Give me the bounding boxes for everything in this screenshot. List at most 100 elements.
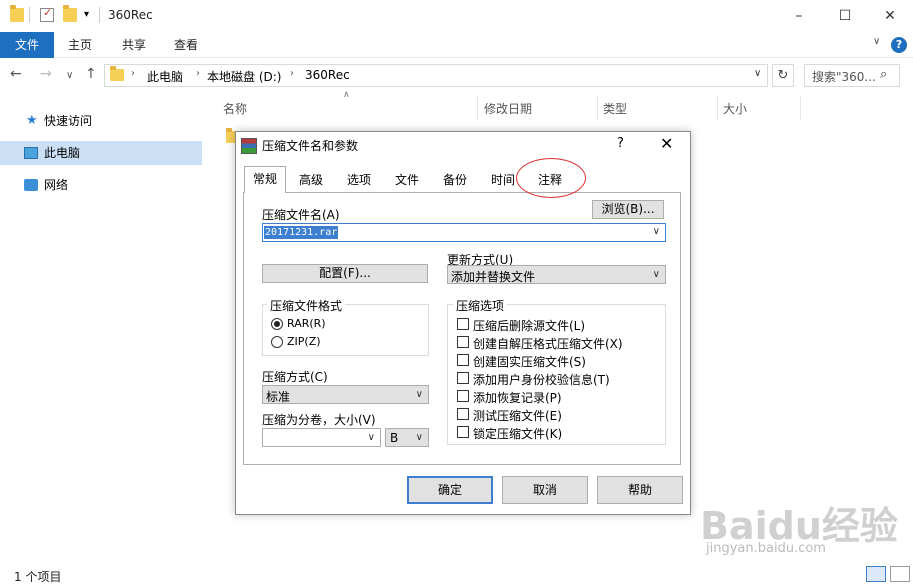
search-placeholder: 搜索"360... bbox=[812, 70, 876, 84]
maximize-icon[interactable]: ☐ bbox=[822, 0, 868, 32]
column-divider[interactable] bbox=[717, 96, 718, 120]
chevron-right-icon[interactable]: › bbox=[196, 68, 200, 79]
nav-label: 快速访问 bbox=[44, 114, 93, 128]
tab-general[interactable]: 常规 bbox=[244, 166, 287, 193]
ok-button[interactable]: 确定 bbox=[407, 476, 493, 504]
cancel-button[interactable]: 取消 bbox=[502, 476, 588, 504]
chevron-down-icon[interactable]: ∨ bbox=[368, 432, 375, 443]
help-icon[interactable]: ? bbox=[891, 37, 907, 53]
chevron-right-icon[interactable]: › bbox=[131, 68, 135, 79]
test-archive-label[interactable]: 测试压缩文件(E) bbox=[473, 407, 562, 424]
column-divider[interactable] bbox=[800, 96, 801, 120]
column-divider[interactable] bbox=[477, 96, 478, 120]
refresh-icon[interactable]: ↻ bbox=[772, 64, 794, 87]
column-header-modified[interactable]: 修改日期 bbox=[484, 100, 532, 117]
dialog-title: 压缩文件名和参数 bbox=[262, 139, 359, 153]
split-size-input[interactable]: ∨ bbox=[262, 428, 381, 447]
chevron-down-icon[interactable]: ∨ bbox=[416, 432, 423, 443]
breadcrumb-360rec[interactable]: 360Rec bbox=[305, 68, 350, 82]
rar-label[interactable]: RAR(R) bbox=[287, 317, 326, 330]
config-button[interactable]: 配置(F)... bbox=[262, 264, 428, 283]
back-arrow-icon[interactable]: ← bbox=[10, 66, 22, 82]
chevron-down-icon[interactable]: ∨ bbox=[754, 68, 761, 79]
column-header-type[interactable]: 类型 bbox=[603, 100, 627, 117]
ribbon-tab-home[interactable]: 主页 bbox=[68, 32, 92, 58]
folder-icon bbox=[10, 5, 24, 22]
expand-ribbon-icon[interactable]: ∨ bbox=[873, 36, 880, 47]
breadcrumb-local-disk[interactable]: 本地磁盘 (D:) bbox=[207, 68, 281, 85]
help-button[interactable]: 帮助 bbox=[597, 476, 683, 504]
zip-label[interactable]: ZIP(Z) bbox=[287, 335, 321, 348]
sort-ascending-icon: ∧ bbox=[343, 90, 350, 100]
up-arrow-icon[interactable]: ↑ bbox=[85, 66, 97, 82]
sfx-label[interactable]: 创建自解压格式压缩文件(X) bbox=[473, 335, 623, 352]
customize-quick-access-icon[interactable]: ▾ bbox=[84, 9, 89, 20]
column-header-size[interactable]: 大小 bbox=[723, 100, 747, 117]
chevron-down-icon[interactable]: ∨ bbox=[416, 389, 423, 400]
authenticity-label[interactable]: 添加用户身份校验信息(T) bbox=[473, 371, 610, 388]
minimize-icon[interactable]: – bbox=[776, 0, 822, 32]
split-unit-select[interactable]: B ∨ bbox=[385, 428, 429, 447]
chevron-right-icon[interactable]: › bbox=[290, 68, 294, 79]
tab-options[interactable]: 选项 bbox=[339, 168, 379, 192]
chevron-down-icon[interactable]: ∨ bbox=[653, 226, 660, 237]
close-window-icon[interactable]: ✕ bbox=[867, 0, 913, 32]
split-unit-value: B bbox=[390, 431, 399, 445]
test-archive-checkbox[interactable] bbox=[457, 408, 469, 420]
divider bbox=[29, 7, 30, 23]
breadcrumb-this-pc[interactable]: 此电脑 bbox=[147, 68, 183, 85]
tab-advanced[interactable]: 高级 bbox=[291, 168, 331, 192]
forward-arrow-icon[interactable]: → bbox=[40, 66, 52, 82]
watermark-url: jingyan.baidu.com bbox=[706, 541, 826, 556]
star-icon: ★ bbox=[26, 113, 38, 128]
status-item-count: 1 个项目 bbox=[14, 570, 62, 584]
dialog-help-button[interactable]: ? bbox=[617, 136, 624, 151]
lock-archive-label[interactable]: 锁定压缩文件(K) bbox=[473, 425, 562, 442]
properties-icon[interactable] bbox=[40, 6, 54, 22]
archive-format-title: 压缩文件格式 bbox=[267, 297, 346, 314]
zip-radio[interactable] bbox=[271, 336, 283, 348]
split-volume-label: 压缩为分卷，大小(V) bbox=[262, 413, 376, 427]
ribbon-tab-share[interactable]: 共享 bbox=[122, 32, 146, 58]
winrar-icon bbox=[241, 138, 257, 154]
large-icons-view-icon[interactable] bbox=[890, 566, 910, 582]
ribbon-tab-view[interactable]: 查看 bbox=[174, 32, 198, 58]
new-folder-icon[interactable] bbox=[63, 5, 77, 22]
rar-radio[interactable] bbox=[271, 318, 283, 330]
lock-archive-checkbox[interactable] bbox=[457, 426, 469, 438]
compression-method-value: 标准 bbox=[266, 390, 291, 404]
delete-after-label[interactable]: 压缩后删除源文件(L) bbox=[473, 317, 585, 334]
network-icon bbox=[24, 179, 38, 191]
search-icon[interactable]: ⌕ bbox=[880, 67, 887, 82]
authenticity-checkbox[interactable] bbox=[457, 372, 469, 384]
column-divider[interactable] bbox=[597, 96, 598, 120]
sfx-checkbox[interactable] bbox=[457, 336, 469, 348]
recovery-record-label[interactable]: 添加恢复记录(P) bbox=[473, 389, 562, 406]
divider bbox=[99, 7, 100, 23]
ribbon-tab-file[interactable]: 文件 bbox=[0, 32, 54, 58]
update-mode-value: 添加并替换文件 bbox=[451, 270, 536, 284]
folder-icon bbox=[110, 66, 124, 81]
archive-name-value: 20171231.rar bbox=[264, 226, 339, 239]
solid-checkbox[interactable] bbox=[457, 354, 469, 366]
column-header-name[interactable]: 名称 bbox=[223, 100, 247, 117]
delete-after-checkbox[interactable] bbox=[457, 318, 469, 330]
solid-label[interactable]: 创建固实压缩文件(S) bbox=[473, 353, 586, 370]
annotation-circle bbox=[516, 158, 586, 198]
tab-files[interactable]: 文件 bbox=[387, 168, 427, 192]
update-mode-select[interactable]: 添加并替换文件 ∨ bbox=[447, 265, 666, 284]
browse-button[interactable]: 浏览(B)... bbox=[592, 200, 664, 219]
chevron-down-icon[interactable]: ∨ bbox=[653, 269, 660, 280]
compression-method-select[interactable]: 标准 ∨ bbox=[262, 385, 429, 404]
recent-locations-icon[interactable]: ∨ bbox=[66, 70, 73, 81]
compression-method-label: 压缩方式(C) bbox=[262, 370, 328, 384]
computer-icon bbox=[24, 147, 38, 159]
dialog-close-icon[interactable]: ✕ bbox=[660, 134, 673, 153]
tab-backup[interactable]: 备份 bbox=[435, 168, 475, 192]
address-bar[interactable] bbox=[104, 64, 768, 87]
details-view-icon[interactable] bbox=[866, 566, 886, 582]
nav-label: 网络 bbox=[44, 178, 69, 192]
nav-label: 此电脑 bbox=[44, 146, 81, 160]
recovery-record-checkbox[interactable] bbox=[457, 390, 469, 402]
archive-options-title: 压缩选项 bbox=[453, 297, 508, 314]
